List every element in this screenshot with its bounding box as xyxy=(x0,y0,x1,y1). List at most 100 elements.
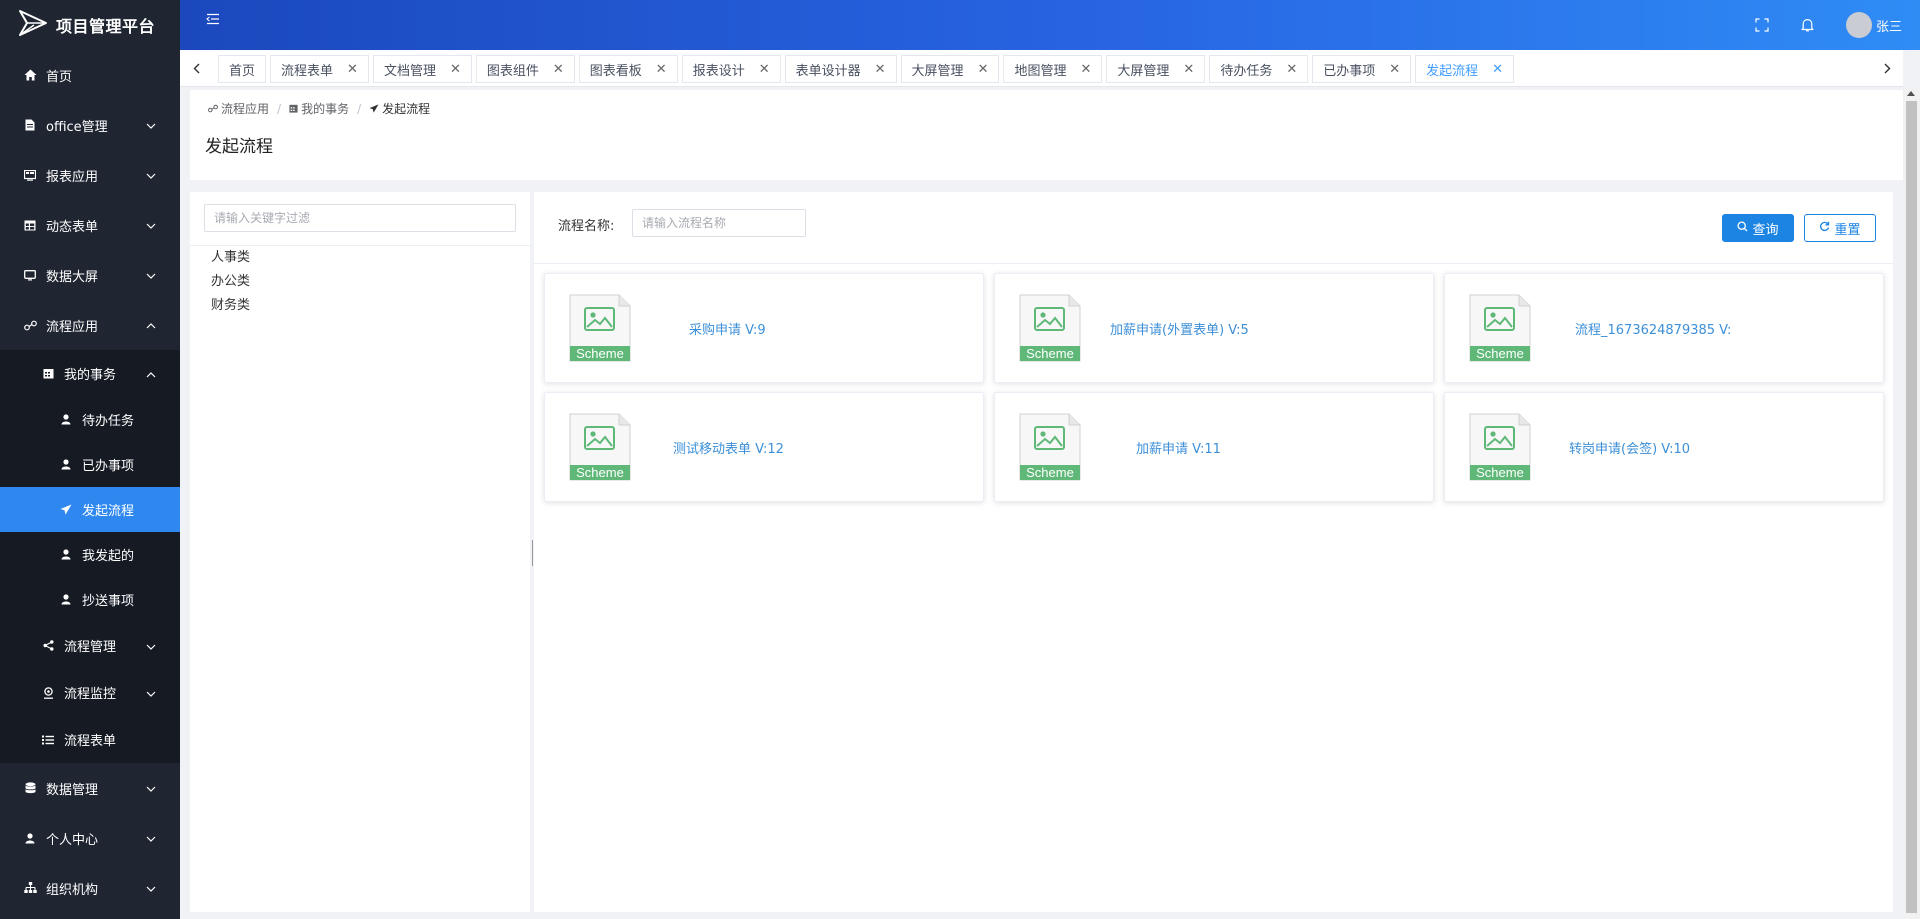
sidebar-item-dynamic-form[interactable]: 动态表单 xyxy=(0,200,180,250)
avatar[interactable] xyxy=(1845,12,1872,38)
tab-flow-form[interactable]: 流程表单 ✕ xyxy=(270,55,369,83)
sidebar-item-report[interactable]: 报表应用 xyxy=(0,150,180,200)
sidebar-item-label: 组织机构 xyxy=(46,882,99,898)
tab-screen-manage[interactable]: 大屏管理 ✕ xyxy=(900,55,1000,83)
sidebar: 项目管理平台 首页 office管理 报表应用 动态表单 数据大屏 流程应用 我… xyxy=(0,0,180,919)
sidebar-item-label: 抄送事项 xyxy=(82,594,135,609)
user-name[interactable]: 张三 xyxy=(1876,16,1902,35)
tab-screen-manage-2[interactable]: 大屏管理 ✕ xyxy=(1106,55,1206,83)
scroll-up-icon[interactable] xyxy=(1907,91,1915,96)
close-icon[interactable]: ✕ xyxy=(875,62,886,77)
tree-node[interactable]: 办公类 xyxy=(211,270,250,294)
sidebar-item-label: 流程监控 xyxy=(64,687,117,702)
sidebar-item-cc[interactable]: 抄送事项 xyxy=(0,577,180,622)
tabs-scroll-right-icon[interactable] xyxy=(1875,50,1899,87)
close-icon[interactable]: ✕ xyxy=(450,62,461,77)
page-scrollbar[interactable] xyxy=(1903,87,1920,919)
sidebar-item-todo[interactable]: 待办任务 xyxy=(0,397,180,442)
sidebar-item-label: 报表应用 xyxy=(46,169,99,185)
table-icon xyxy=(22,220,38,231)
sidebar-item-flow-app[interactable]: 流程应用 xyxy=(0,300,180,350)
tab-form-designer[interactable]: 表单设计器 ✕ xyxy=(784,55,897,83)
tab-label: 大屏管理 xyxy=(911,63,964,79)
close-icon[interactable]: ✕ xyxy=(1492,62,1503,77)
sidebar-submenu-my-affairs: 待办任务 已办事项 发起流程 我发起的 抄送事项 xyxy=(0,397,180,622)
flow-card[interactable]: Scheme 加薪申请(外置表单) V:5 xyxy=(994,273,1434,383)
sidebar-item-flow-monitor[interactable]: 流程监控 xyxy=(0,669,180,716)
query-button[interactable]: 查询 xyxy=(1722,214,1794,242)
collapse-menu-icon[interactable] xyxy=(206,13,220,29)
sidebar-item-data-manage[interactable]: 数据管理 xyxy=(0,763,180,813)
sidebar-item-data-screen[interactable]: 数据大屏 xyxy=(0,250,180,300)
send-icon xyxy=(58,504,74,515)
sidebar-item-my-affairs[interactable]: 我的事务 xyxy=(0,350,180,397)
sidebar-item-my-started[interactable]: 我发起的 xyxy=(0,532,180,577)
chevron-down-icon xyxy=(146,686,156,701)
bell-icon[interactable] xyxy=(1801,18,1814,32)
chevron-down-icon xyxy=(146,781,156,796)
breadcrumb-item[interactable]: 流程应用 xyxy=(221,100,269,117)
close-icon[interactable]: ✕ xyxy=(347,62,358,77)
sidebar-item-label: office管理 xyxy=(46,119,108,135)
close-icon[interactable]: ✕ xyxy=(1080,62,1091,77)
close-icon[interactable]: ✕ xyxy=(1286,62,1297,77)
tab-done[interactable]: 已办事项 ✕ xyxy=(1312,55,1412,83)
tab-doc-manage[interactable]: 文档管理 ✕ xyxy=(372,55,472,83)
tabs-scroll-left-icon[interactable] xyxy=(184,50,208,87)
close-icon[interactable]: ✕ xyxy=(656,62,667,77)
flow-card[interactable]: Scheme 测试移动表单 V:12 xyxy=(544,392,984,502)
sidebar-item-start-flow[interactable]: 发起流程 xyxy=(0,487,180,532)
sidebar-item-flow-form[interactable]: 流程表单 xyxy=(0,716,180,763)
tab-label: 待办任务 xyxy=(1220,63,1273,79)
scrollbar-thumb[interactable] xyxy=(1906,101,1917,913)
tab-chart-component[interactable]: 图表组件 ✕ xyxy=(475,55,575,83)
close-icon[interactable]: ✕ xyxy=(1183,62,1194,77)
reset-button[interactable]: 重置 xyxy=(1804,214,1876,242)
sidebar-item-label: 首页 xyxy=(46,69,73,85)
flow-card-title: 加薪申请 V:11 xyxy=(1136,442,1221,457)
chevron-down-icon xyxy=(146,168,156,183)
close-icon[interactable]: ✕ xyxy=(1389,62,1400,77)
tab-home[interactable]: 首页 xyxy=(218,55,267,83)
org-icon xyxy=(22,882,38,894)
sidebar-item-label: 数据大屏 xyxy=(46,269,99,285)
close-icon[interactable]: ✕ xyxy=(978,62,989,77)
sidebar-item-label: 流程管理 xyxy=(64,640,117,655)
tab-label: 报表设计 xyxy=(692,63,745,79)
share-icon xyxy=(40,640,56,651)
tree-node[interactable]: 人事类 xyxy=(211,246,250,270)
logo[interactable]: 项目管理平台 xyxy=(0,0,180,50)
chevron-down-icon xyxy=(146,268,156,283)
fullscreen-icon[interactable] xyxy=(1755,18,1769,32)
breadcrumb-item[interactable]: 我的事务 xyxy=(301,100,349,117)
scheme-label: Scheme xyxy=(1026,465,1074,480)
tree-node[interactable]: 财务类 xyxy=(211,294,250,318)
file-icon xyxy=(22,119,38,131)
tab-report-design[interactable]: 报表设计 ✕ xyxy=(681,55,781,83)
tab-chart-board[interactable]: 图表看板 ✕ xyxy=(578,55,678,83)
flow-card-title: 转岗申请(会签) V:10 xyxy=(1569,442,1691,457)
tree-filter-input[interactable] xyxy=(204,204,516,232)
scheme-image-icon: Scheme xyxy=(1469,294,1531,366)
tab-map-manage[interactable]: 地图管理 ✕ xyxy=(1003,55,1103,83)
flow-name-input[interactable] xyxy=(632,209,806,237)
sidebar-item-done[interactable]: 已办事项 xyxy=(0,442,180,487)
sidebar-item-flow-manage[interactable]: 流程管理 xyxy=(0,622,180,669)
close-icon[interactable]: ✕ xyxy=(759,62,770,77)
sidebar-item-personal[interactable]: 个人中心 xyxy=(0,813,180,863)
tab-todo[interactable]: 待办任务 ✕ xyxy=(1209,55,1309,83)
tab-start-flow[interactable]: 发起流程 ✕ xyxy=(1415,55,1515,83)
close-icon[interactable]: ✕ xyxy=(553,62,564,77)
flow-card[interactable]: Scheme 采购申请 V:9 xyxy=(544,273,984,383)
tab-label: 已办事项 xyxy=(1323,63,1376,79)
breadcrumb-separator: / xyxy=(357,101,362,116)
flow-card[interactable]: Scheme 流程_1673624879385 V: xyxy=(1444,273,1884,383)
flow-card[interactable]: Scheme 转岗申请(会签) V:10 xyxy=(1444,392,1884,502)
reset-button-label: 重置 xyxy=(1834,222,1861,238)
sidebar-item-home[interactable]: 首页 xyxy=(0,50,180,100)
tab-label: 大屏管理 xyxy=(1117,63,1170,79)
flow-card[interactable]: Scheme 加薪申请 V:11 xyxy=(994,392,1434,502)
scheme-image-icon: Scheme xyxy=(1019,413,1081,485)
sidebar-item-office[interactable]: office管理 xyxy=(0,100,180,150)
sidebar-item-org[interactable]: 组织机构 xyxy=(0,863,180,913)
